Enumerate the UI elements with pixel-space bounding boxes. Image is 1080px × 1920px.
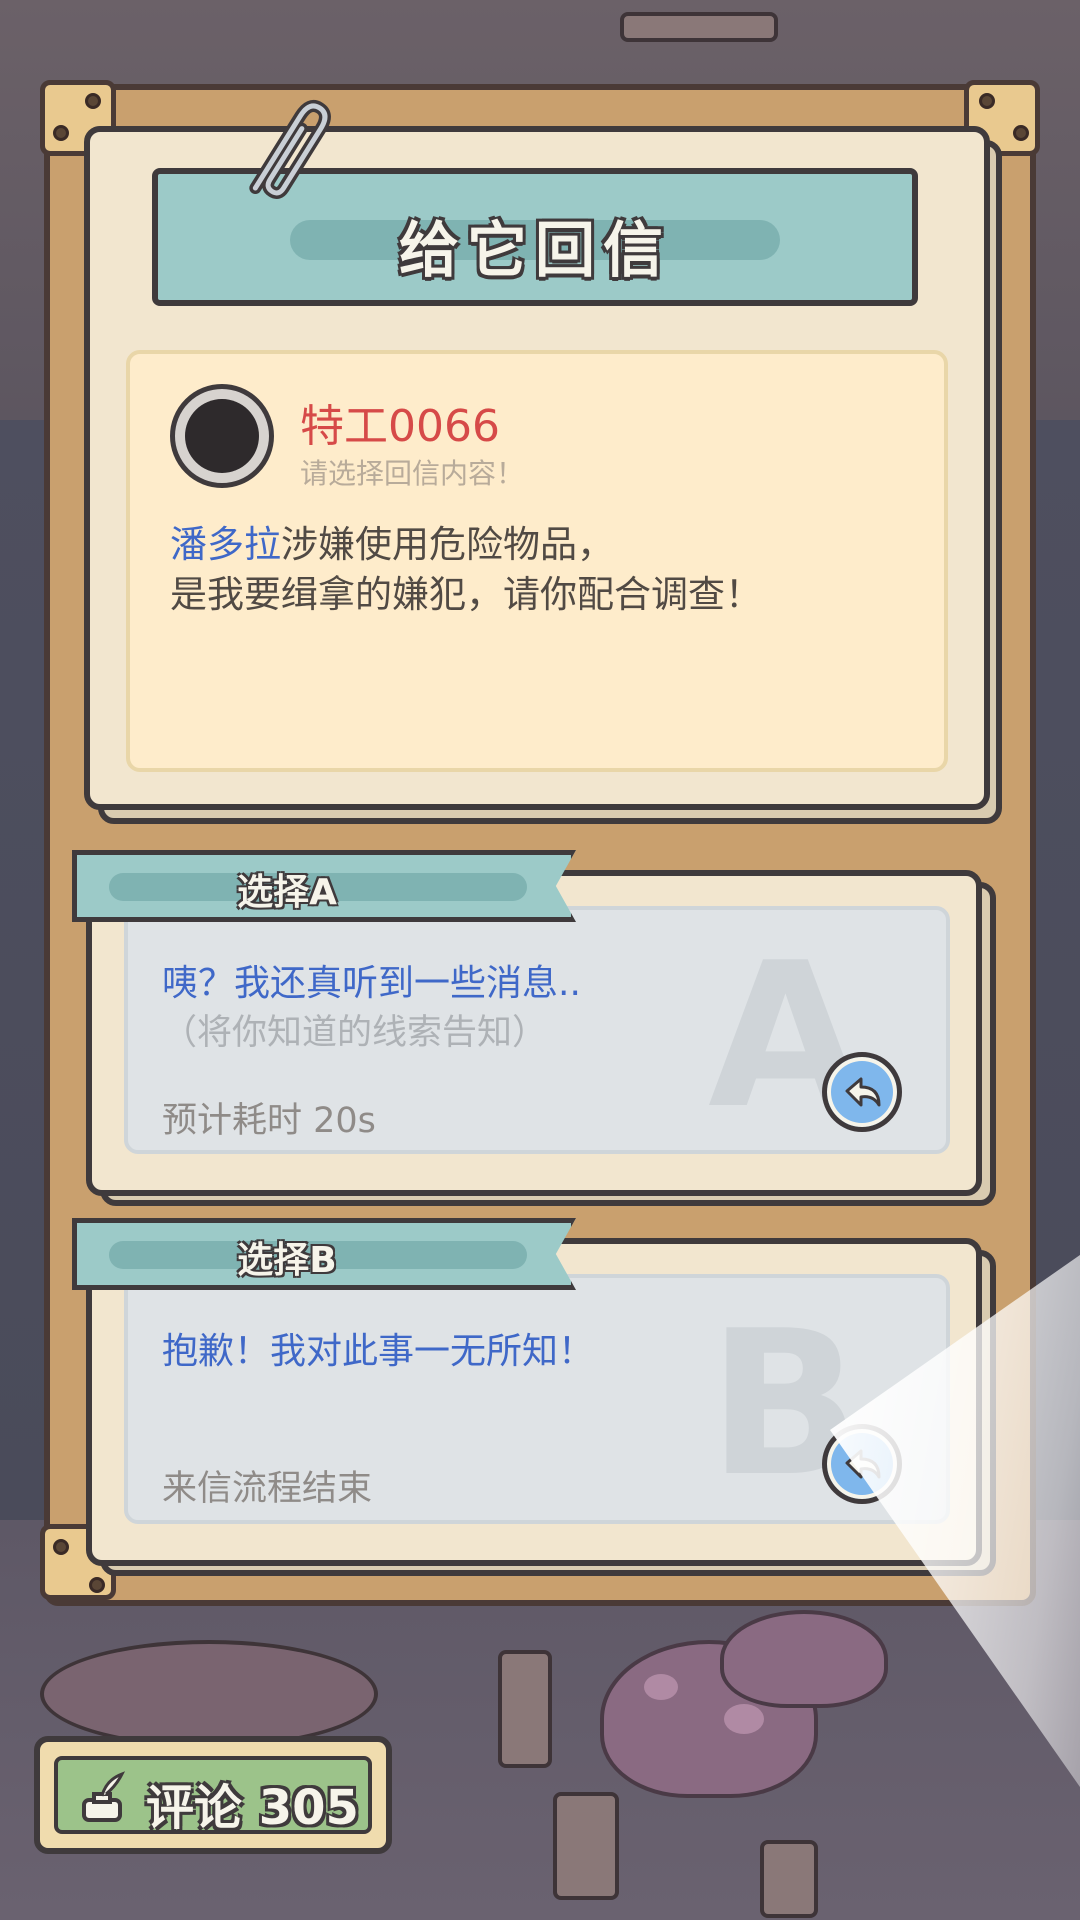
choice-a-tab: 选择A [72, 850, 576, 922]
choice-b-tab: 选择B [72, 1218, 576, 1290]
letter-line-1: 涉嫌使用危险物品， [281, 523, 614, 566]
suspect-name: 潘多拉 [170, 523, 281, 566]
mushroom-decoration-small [720, 1610, 888, 1708]
choice-b-result: 来信流程结束 [162, 1469, 373, 1509]
sender-avatar [170, 384, 274, 488]
choice-a-reply-button[interactable] [822, 1052, 902, 1132]
letter-body: 潘多拉涉嫌使用危险物品， 是我要缉拿的嫌犯，请你配合调查！ [170, 520, 910, 620]
choice-b-label: 选择B [237, 1240, 337, 1281]
sender-name: 特工0066 [300, 401, 500, 452]
choice-a-label: 选择A [237, 872, 337, 913]
choice-a-duration: 预计耗时 20s [162, 1101, 376, 1141]
choice-a-subtext: （将你知道的线索告知） [162, 1013, 548, 1053]
choice-a-panel: A 咦？我还真听到一些消息.. （将你知道的线索告知） 预计耗时 20s [124, 906, 950, 1154]
letter-line-2: 是我要缉拿的嫌犯，请你配合调查！ [170, 573, 762, 616]
reply-arrow-icon [845, 1077, 881, 1107]
comment-text: 评论 [146, 1780, 243, 1836]
quill-inkwell-icon [82, 1771, 126, 1822]
post-decoration [498, 1650, 552, 1768]
choice-b-panel: B 抱歉！我对此事一无所知！ 来信流程结束 [124, 1274, 950, 1524]
post-decoration [553, 1792, 619, 1900]
post-decoration [760, 1840, 818, 1918]
floor-rock [40, 1640, 378, 1748]
choice-a-text: 咦？我还真听到一些消息.. [162, 963, 581, 1004]
shelf-decoration [620, 12, 778, 42]
choice-b-text: 抱歉！我对此事一无所知！ [162, 1331, 595, 1372]
comment-label: 评论 305 [146, 1768, 359, 1838]
sender-hint: 请选择回信内容！ [300, 457, 525, 490]
letter-content: 特工0066 请选择回信内容！ 潘多拉涉嫌使用危险物品， 是我要缉拿的嫌犯，请你… [126, 350, 948, 772]
comment-button-face: 评论 305 [54, 1756, 372, 1836]
comment-button[interactable]: 评论 305 [34, 1736, 392, 1854]
comment-count: 305 [258, 1780, 359, 1836]
page-title: 给它回信 [399, 216, 671, 286]
